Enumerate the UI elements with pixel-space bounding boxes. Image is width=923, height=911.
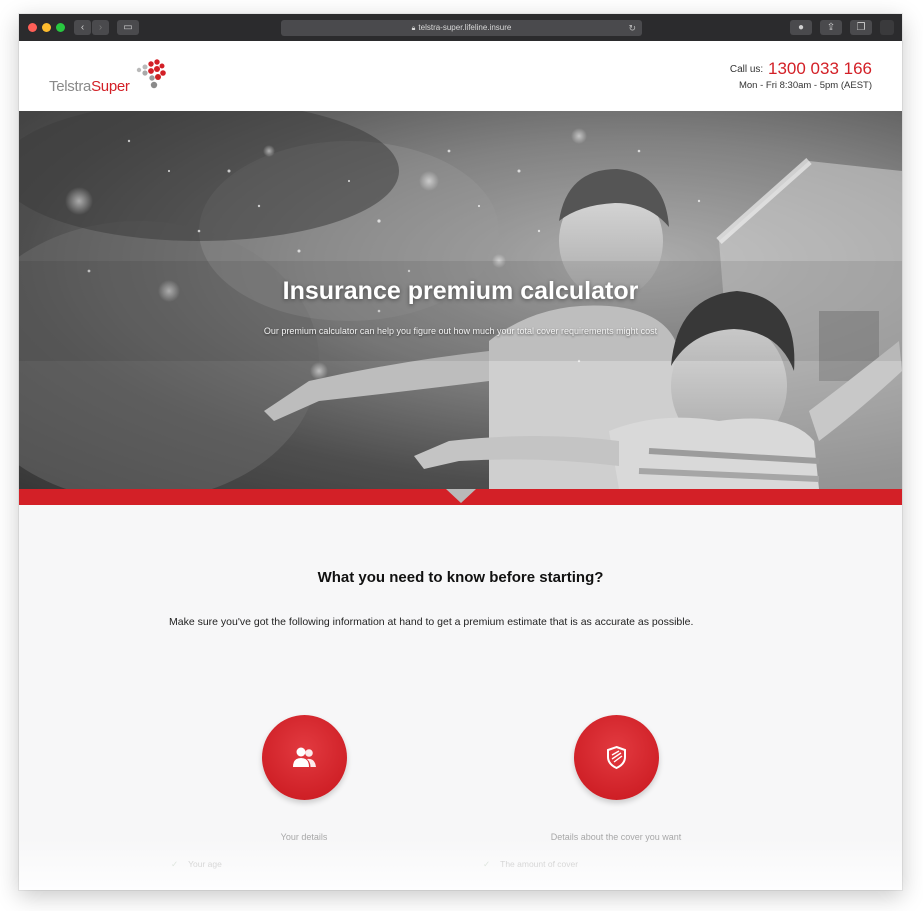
hero-banner: Insurance premium calculator Our premium… xyxy=(19,111,902,489)
users-icon xyxy=(293,747,316,767)
minimize-window-button[interactable] xyxy=(42,23,51,32)
checklist-item-label: The amount of cover xyxy=(500,859,579,869)
hero-title: Insurance premium calculator xyxy=(282,277,639,305)
fade-overlay xyxy=(19,805,902,890)
intro-paragraph: Make sure you've got the following infor… xyxy=(169,616,694,628)
chevron-left-icon: ‹ xyxy=(80,22,85,33)
sidebar-icon: ▭ xyxy=(123,22,133,33)
check-icon: ✓ xyxy=(483,859,491,869)
close-window-button[interactable] xyxy=(28,23,37,32)
share-button[interactable]: ⇪ xyxy=(820,20,842,35)
checklist-item-label: Your age xyxy=(188,859,222,869)
checklist-item: ✓ Your age xyxy=(171,859,222,870)
feature-label-cover-details: Details about the cover you want xyxy=(550,832,682,842)
telstra-super-logo[interactable]: TelstraSuper xyxy=(49,56,169,96)
browser-toolbar: ‹ › ▭ 🔒︎ telstra-super.lifeline.insure ↻ … xyxy=(19,14,902,41)
back-button[interactable]: ‹ xyxy=(74,20,91,35)
contact-info: Call us: 1300 033 166 Mon - Fri 8:30am -… xyxy=(730,59,872,91)
your-details-badge xyxy=(262,715,347,800)
main-content: What you need to know before starting? M… xyxy=(19,505,902,890)
browser-window: ‹ › ▭ 🔒︎ telstra-super.lifeline.insure ↻ … xyxy=(19,14,902,890)
site-header: TelstraSuper Call us: 1300 033 166 Mon -… xyxy=(19,41,902,111)
share-icon: ⇪ xyxy=(826,22,836,33)
check-icon: ✓ xyxy=(171,859,179,869)
reload-icon[interactable]: ↻ xyxy=(628,20,636,36)
logo-text-super: Super xyxy=(91,78,130,95)
checklist-item: ✓ The amount of cover xyxy=(483,859,578,870)
address-bar[interactable]: 🔒︎ telstra-super.lifeline.insure ↻ xyxy=(281,20,642,36)
logo-text: TelstraSuper xyxy=(49,78,130,95)
forward-button[interactable]: › xyxy=(92,20,109,35)
logo-text-telstra: Telstra xyxy=(49,78,92,95)
call-us-label: Call us: xyxy=(729,64,764,75)
cover-details-badge xyxy=(574,715,659,800)
tabs-overview-button[interactable]: ❐ xyxy=(850,20,872,35)
section-heading: What you need to know before starting? xyxy=(317,569,604,586)
sidebar-toggle-button[interactable]: ▭ xyxy=(117,20,139,35)
shield-icon xyxy=(607,745,626,770)
lock-icon: 🔒︎ xyxy=(411,25,416,32)
url-text: telstra-super.lifeline.insure xyxy=(418,23,512,32)
feature-label-your-details: Your details xyxy=(280,832,328,842)
chevron-right-icon: › xyxy=(98,22,103,33)
info-button[interactable]: ● xyxy=(790,20,812,35)
new-tab-button[interactable] xyxy=(880,20,894,35)
business-hours: Mon - Fri 8:30am - 5pm (AEST) xyxy=(738,80,872,91)
maximize-window-button[interactable] xyxy=(56,23,65,32)
tabs-icon: ❐ xyxy=(856,22,866,33)
info-icon: ● xyxy=(797,22,805,33)
divider-notch xyxy=(446,489,476,503)
hero-subtitle: Our premium calculator can help you figu… xyxy=(263,326,658,336)
phone-number-link[interactable]: 1300 033 166 xyxy=(768,59,872,78)
